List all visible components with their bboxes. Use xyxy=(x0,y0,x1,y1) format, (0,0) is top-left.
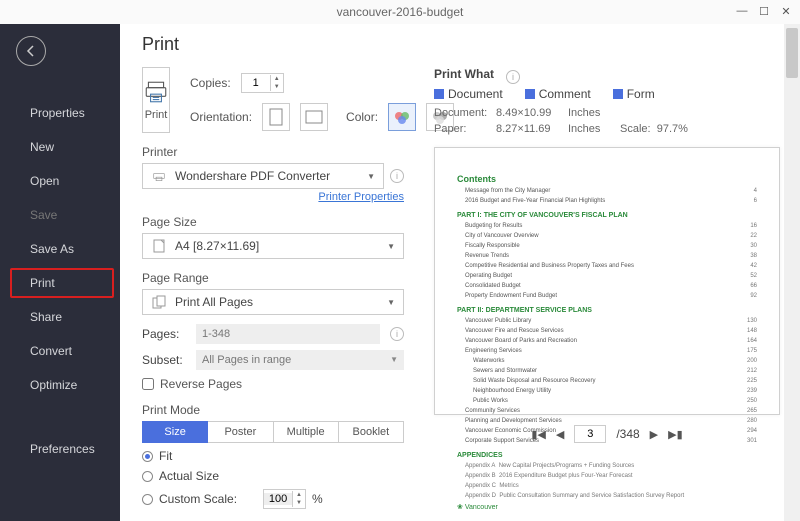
pager-total: /348 xyxy=(616,427,639,441)
pager-first-button[interactable]: ▮◀ xyxy=(531,428,546,441)
sidebar-item-optimize[interactable]: Optimize xyxy=(0,368,120,402)
printer-section-label: Printer xyxy=(142,145,404,159)
sidebar-item-new[interactable]: New xyxy=(0,130,120,164)
sidebar-item-open[interactable]: Open xyxy=(0,164,120,198)
page-preview: Contents Message from the City Manager4 … xyxy=(434,147,780,415)
print-document-checkbox[interactable]: Document xyxy=(434,87,503,101)
copies-down[interactable]: ▼ xyxy=(271,83,283,91)
radio-dot xyxy=(142,494,153,505)
titlebar: vancouver-2016-budget — ☐ ✕ xyxy=(0,0,800,24)
pager-next-button[interactable]: ▶ xyxy=(650,428,658,441)
vertical-scrollbar[interactable] xyxy=(784,24,800,521)
chevron-left-icon xyxy=(25,45,37,57)
fit-radio[interactable]: Fit xyxy=(142,449,404,463)
pages-input[interactable] xyxy=(196,324,380,344)
custom-scale-radio[interactable]: Custom Scale: ▲▼ % xyxy=(142,489,404,509)
copies-up[interactable]: ▲ xyxy=(271,75,283,83)
tab-multiple[interactable]: Multiple xyxy=(274,421,339,443)
printer-icon xyxy=(143,79,169,105)
caret-down-icon: ▼ xyxy=(367,172,375,181)
print-form-checkbox[interactable]: Form xyxy=(613,87,655,101)
pagesize-section-label: Page Size xyxy=(142,215,404,229)
orientation-portrait-button[interactable] xyxy=(262,103,290,131)
sidebar-item-label: Print xyxy=(30,276,55,290)
subset-select[interactable]: All Pages in range xyxy=(196,350,404,370)
sidebar-item-save: Save xyxy=(0,198,120,232)
main-panel: Print Print Copies: ▲▼ xyxy=(120,24,800,521)
pages-info-icon[interactable]: i xyxy=(390,327,404,341)
orientation-label: Orientation: xyxy=(190,110,252,124)
pager-last-button[interactable]: ▶▮ xyxy=(668,428,683,441)
close-button[interactable]: ✕ xyxy=(778,3,794,19)
sidebar-item-properties[interactable]: Properties xyxy=(0,96,120,130)
print-comment-checkbox[interactable]: Comment xyxy=(525,87,591,101)
sidebar-item-share[interactable]: Share xyxy=(0,300,120,334)
back-button[interactable] xyxy=(16,36,46,66)
print-icon-label: Print xyxy=(145,109,168,121)
sidebar-item-convert[interactable]: Convert xyxy=(0,334,120,368)
tab-poster[interactable]: Poster xyxy=(208,421,273,443)
selection-highlight xyxy=(10,268,114,298)
printmode-section-label: Print Mode xyxy=(142,403,404,417)
portrait-icon xyxy=(269,108,283,126)
scrollbar-thumb[interactable] xyxy=(786,28,798,78)
printer-properties-link[interactable]: Printer Properties xyxy=(142,191,404,203)
caret-down-icon: ▼ xyxy=(387,298,395,307)
sidebar: Properties New Open Save Save As Print S… xyxy=(0,24,120,521)
pagesize-value: A4 [8.27×11.69] xyxy=(175,239,259,253)
custom-scale-input[interactable] xyxy=(264,493,292,505)
printmode-tabs: Size Poster Multiple Booklet xyxy=(142,421,404,443)
sidebar-item-print[interactable]: Print xyxy=(0,266,120,300)
minimize-button[interactable]: — xyxy=(734,3,750,19)
pagerange-section-label: Page Range xyxy=(142,271,404,285)
subset-label: Subset: xyxy=(142,353,192,367)
printer-value: Wondershare PDF Converter xyxy=(175,169,330,183)
tab-size[interactable]: Size xyxy=(142,421,208,443)
page-title: Print xyxy=(142,34,780,55)
dimensions-table: Document:8.49×10.99Inches Paper:8.27×11.… xyxy=(434,107,780,135)
radio-dot xyxy=(142,471,153,482)
landscape-icon xyxy=(305,110,323,124)
copies-label: Copies: xyxy=(190,76,231,90)
copies-stepper[interactable]: ▲▼ xyxy=(241,73,284,93)
actual-size-radio[interactable]: Actual Size xyxy=(142,469,404,483)
printer-small-icon xyxy=(151,168,167,184)
tab-booklet[interactable]: Booklet xyxy=(339,421,404,443)
pages-icon xyxy=(151,294,167,310)
pages-label: Pages: xyxy=(142,327,192,341)
maximize-button[interactable]: ☐ xyxy=(756,3,772,19)
orientation-landscape-button[interactable] xyxy=(300,103,328,131)
color-label: Color: xyxy=(346,110,378,124)
copies-input[interactable] xyxy=(242,77,270,89)
radio-dot xyxy=(142,451,153,462)
sidebar-item-preferences[interactable]: Preferences xyxy=(0,432,120,466)
print-what-info-icon[interactable]: i xyxy=(506,70,520,84)
page-icon xyxy=(151,238,167,254)
pager-page-input[interactable] xyxy=(574,425,606,443)
color-icon xyxy=(393,110,411,124)
pager-prev-button[interactable]: ◀ xyxy=(556,428,564,441)
pagerange-select[interactable]: Print All Pages ▼ xyxy=(142,289,404,315)
custom-scale-stepper[interactable]: ▲▼ xyxy=(263,489,306,509)
pagerange-value: Print All Pages xyxy=(175,295,253,309)
pagesize-select[interactable]: A4 [8.27×11.69] ▼ xyxy=(142,233,404,259)
print-what-heading: Print What xyxy=(434,67,494,81)
caret-down-icon: ▼ xyxy=(387,242,395,251)
window-title: vancouver-2016-budget xyxy=(337,5,464,19)
sidebar-item-save-as[interactable]: Save As xyxy=(0,232,120,266)
color-button[interactable] xyxy=(388,103,416,131)
printer-select[interactable]: Wondershare PDF Converter ▼ xyxy=(142,163,384,189)
printer-info-icon[interactable]: i xyxy=(390,169,404,183)
reverse-pages-checkbox[interactable]: Reverse Pages xyxy=(142,377,404,391)
vancouver-logo: ❀ Vancouver xyxy=(457,503,757,511)
print-icon-box[interactable]: Print xyxy=(142,67,170,133)
